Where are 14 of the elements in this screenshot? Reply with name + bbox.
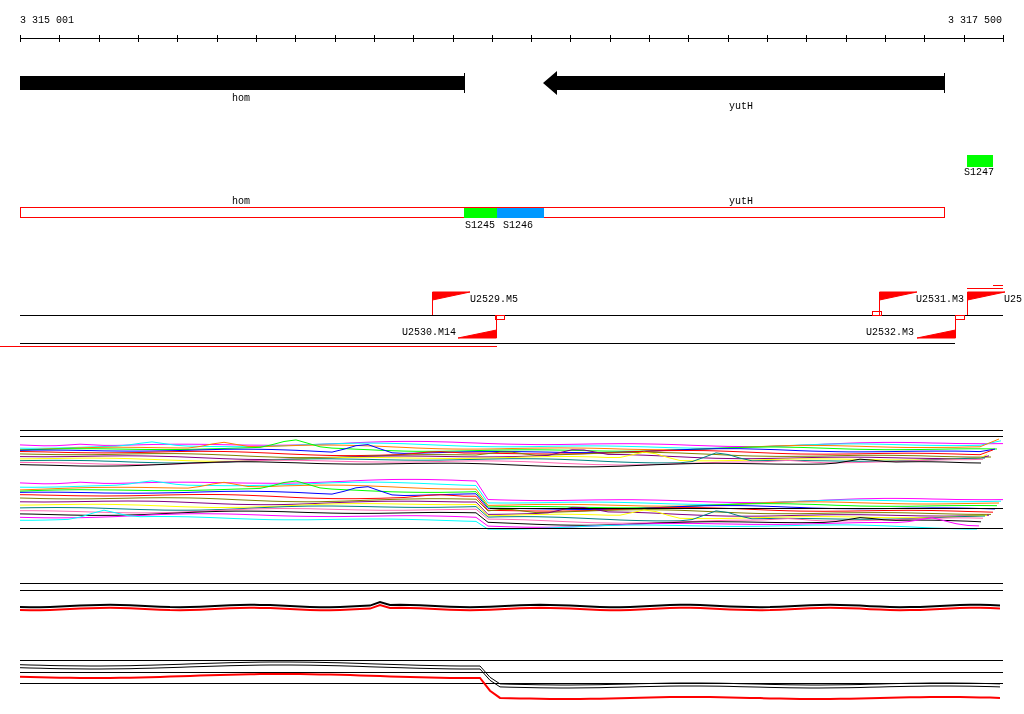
transcript-label: U25: [1004, 294, 1022, 305]
segment-label: S1246: [503, 220, 533, 231]
gene-label: yutH: [729, 101, 753, 112]
ruler-end-label: 3 317 500: [948, 15, 1002, 26]
gene-label: hom: [232, 93, 250, 104]
gene-label: hom: [232, 196, 250, 207]
ruler-start-label: 3 315 001: [20, 15, 74, 26]
segment-label: S1245: [465, 220, 495, 231]
transcript-label: U2532.M3: [866, 327, 914, 338]
transcript-label: U2530.M14: [402, 327, 456, 338]
gene-label: yutH: [729, 196, 753, 207]
segment-label: S1247: [964, 167, 994, 178]
transcript-label: U2529.M5: [470, 294, 518, 305]
transcript-label: U2531.M3: [916, 294, 964, 305]
